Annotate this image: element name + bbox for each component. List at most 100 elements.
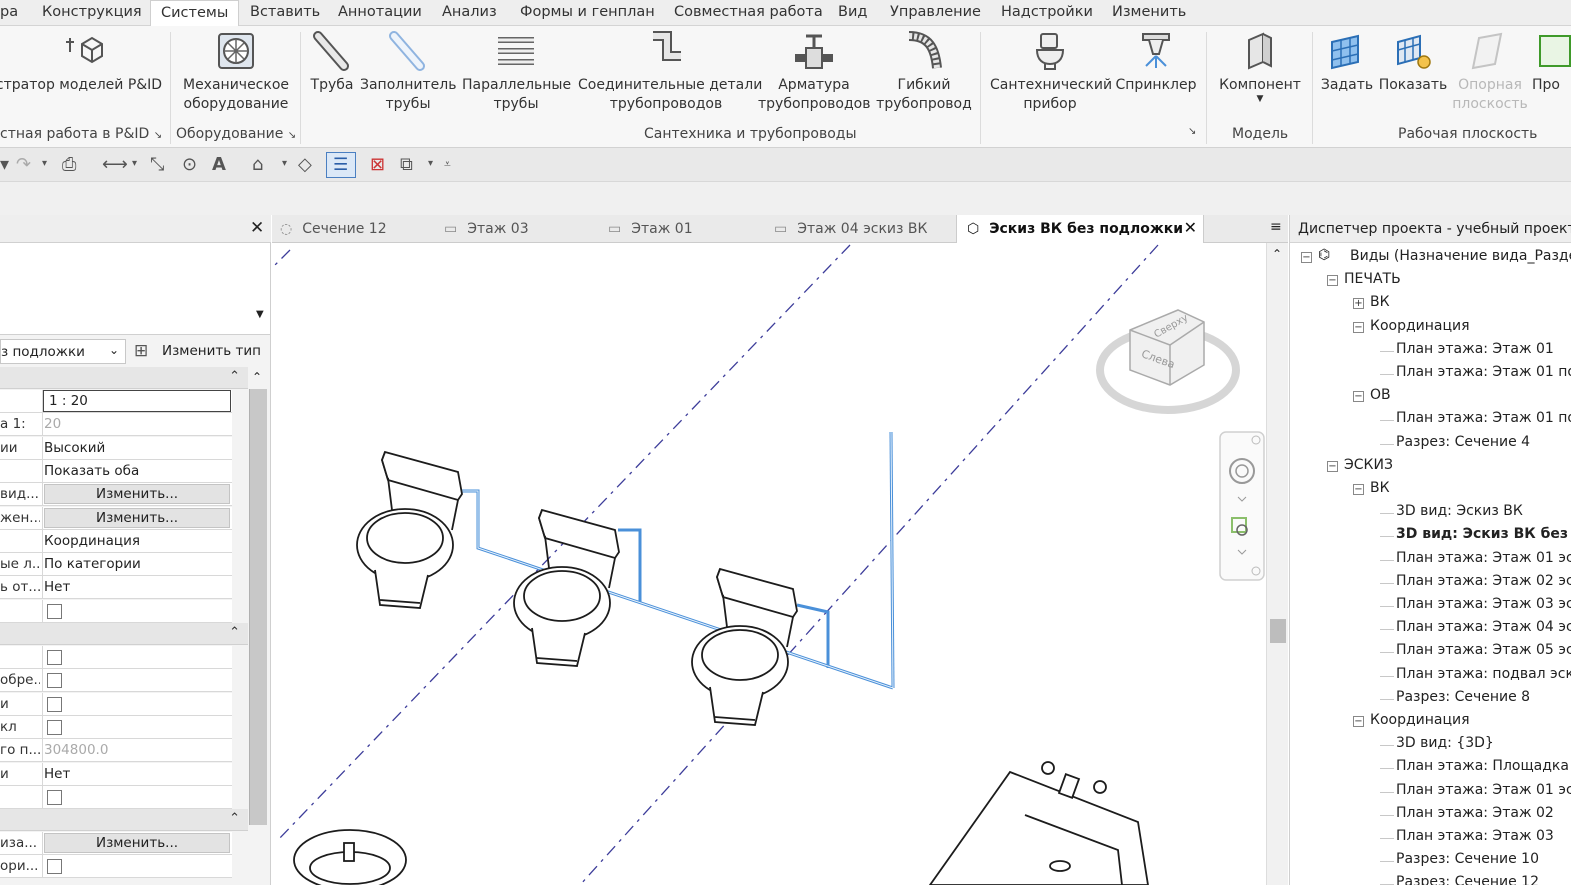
text-icon[interactable]: A	[212, 154, 226, 175]
flex-pipe-button[interactable]: Гибкий трубопровод	[876, 30, 972, 114]
menu-tab-structure[interactable]: Конструкция	[42, 4, 142, 20]
3d-viewport[interactable]: Слева Сверху	[272, 243, 1266, 885]
show-workplane-button[interactable]: Показать	[1378, 30, 1448, 95]
tree-item[interactable]: План этажа: Этаж 03 эс	[1396, 596, 1571, 612]
tab-section-12[interactable]: ◌ Сечение 12	[280, 215, 440, 243]
tree-item[interactable]: ЭСКИЗ	[1344, 457, 1393, 473]
measure-dropdown-icon[interactable]: ▾	[132, 158, 137, 169]
tree-item[interactable]: План этажа: Этаж 01	[1396, 341, 1554, 357]
scroll-up-icon[interactable]: ⌃	[252, 370, 262, 384]
tree-item[interactable]: План этажа: Площадка	[1396, 758, 1569, 774]
collapse-icon[interactable]: −	[1353, 484, 1364, 495]
menu-tab-manage[interactable]: Управление	[890, 4, 981, 20]
3d-dropdown-icon[interactable]: ▾	[282, 158, 287, 169]
menu-tab-collaborate[interactable]: Совместная работа	[674, 4, 823, 20]
undo-dropdown-icon[interactable]: ▾	[0, 154, 9, 175]
tree-item[interactable]: План этажа: подвал эск	[1396, 666, 1571, 682]
properties-section-extents[interactable]: ⌃	[0, 809, 248, 831]
tab-floor-04-sketch[interactable]: ▭ Этаж 04 эскиз ВК	[774, 215, 954, 243]
properties-section-graphics[interactable]: ⌃	[0, 367, 248, 389]
collapse-icon[interactable]: −	[1327, 275, 1338, 287]
menu-tab-systems[interactable]: Системы	[150, 0, 240, 27]
property-checkbox[interactable]	[47, 789, 62, 805]
menu-tab-massing[interactable]: Формы и генплан	[520, 4, 655, 20]
tree-item[interactable]: Виды (Назначение вида_Разде	[1350, 248, 1571, 264]
mech-equip-button[interactable]: Механическое оборудование	[178, 30, 294, 114]
pipe-fittings-button[interactable]: Соединительные детали трубопроводов	[578, 30, 762, 114]
redo-dropdown-icon[interactable]: ▾	[42, 158, 47, 169]
switch-windows-dropdown-icon[interactable]: ▾	[428, 158, 433, 169]
tree-item[interactable]: Разрез: Сечение 4	[1396, 434, 1530, 450]
property-checkbox[interactable]	[47, 603, 62, 619]
tab-floor-01[interactable]: ▭ Этаж 01	[608, 215, 768, 243]
default-3d-view-icon[interactable]: ⌂	[252, 154, 263, 175]
tree-item[interactable]: 3D вид: Эскиз ВК	[1396, 503, 1523, 519]
property-checkbox[interactable]	[47, 673, 62, 689]
tree-item[interactable]: Разрез: Сечение 8	[1396, 689, 1530, 705]
tree-item[interactable]: План этажа: Этаж 01 по	[1396, 364, 1571, 380]
tree-item[interactable]: ОВ	[1370, 387, 1391, 403]
tab-floor-03[interactable]: ▭ Этаж 03	[444, 215, 604, 243]
menu-tab-annotate[interactable]: Аннотации	[338, 4, 422, 20]
thin-lines-toggle[interactable]: ☰	[326, 152, 356, 178]
aligned-dimension-icon[interactable]: ⤡	[150, 154, 164, 175]
pipe-button[interactable]: Труба	[306, 30, 358, 95]
property-checkbox[interactable]	[47, 650, 62, 665]
tree-item[interactable]: План этажа: Этаж 02 эс	[1396, 573, 1571, 589]
tree-item[interactable]: ВК	[1370, 480, 1390, 496]
sprinkler-button[interactable]: Спринклер	[1112, 30, 1200, 95]
tab-list-dropdown-icon[interactable]: ≡	[1270, 219, 1282, 235]
tree-item[interactable]: 3D вид: {3D}	[1396, 735, 1494, 751]
properties-scrollbar-thumb[interactable]	[249, 389, 267, 825]
property-edit-button[interactable]: Изменить...	[44, 484, 230, 505]
parallel-pipes-button[interactable]: Параллельные трубы	[462, 30, 571, 114]
collapse-icon[interactable]: −	[1353, 716, 1364, 727]
tab-sketch-no-underlay[interactable]: ⬡ Эскиз ВК без подложки ✕	[956, 215, 1204, 243]
scroll-up-icon[interactable]: ⌃	[1272, 247, 1282, 261]
plumbing-fixture-button[interactable]: Сантехнический прибор	[990, 30, 1112, 114]
tree-item[interactable]: ПЕЧАТЬ	[1344, 271, 1401, 287]
edit-type-button[interactable]: ⊞ Изменить тип	[132, 339, 268, 364]
property-checkbox[interactable]	[47, 696, 62, 712]
properties-section-underlay[interactable]: ⌃	[0, 623, 248, 645]
tree-item[interactable]: Разрез: Сечение 10	[1396, 851, 1539, 867]
tree-item[interactable]: План этажа: Этаж 01 эс	[1396, 550, 1571, 566]
viewer-button[interactable]: Про	[1532, 30, 1571, 95]
component-button[interactable]: Компонент ▼	[1216, 30, 1304, 104]
view-instance-select[interactable]: з подложки ⌄	[0, 339, 126, 364]
tree-item-selected[interactable]: 3D вид: Эскиз ВК без	[1396, 526, 1568, 542]
close-icon[interactable]: ✕	[250, 218, 264, 238]
customize-qat-icon[interactable]: ⩡	[444, 157, 451, 172]
switch-windows-icon[interactable]: ⧉	[400, 154, 413, 175]
tree-item[interactable]: ВК	[1370, 294, 1390, 310]
menu-tab-addins[interactable]: Надстройки	[1001, 4, 1093, 20]
redo-icon[interactable]: ↷	[16, 154, 31, 175]
close-tab-icon[interactable]: ✕	[1184, 218, 1197, 237]
tree-item[interactable]: План этажа: Этаж 02	[1396, 805, 1554, 821]
expand-icon[interactable]: +	[1353, 298, 1364, 310]
property-checkbox[interactable]	[47, 719, 62, 735]
menu-tab-insert[interactable]: Вставить	[250, 4, 320, 20]
tree-item[interactable]: План этажа: Этаж 03	[1396, 828, 1554, 844]
property-input[interactable]: 1 : 20	[43, 390, 231, 412]
property-checkbox[interactable]	[47, 859, 62, 875]
collapse-icon[interactable]: −	[1327, 460, 1338, 472]
type-selector[interactable]: ▼	[0, 243, 270, 335]
menu-tab-analyze[interactable]: Анализ	[442, 4, 497, 20]
collapse-icon[interactable]: −	[1353, 321, 1364, 333]
viewcube[interactable]: Слева Сверху	[1096, 309, 1240, 414]
ref-plane-button[interactable]: Опорная плоскость	[1452, 30, 1528, 114]
property-edit-button[interactable]: Изменить...	[44, 833, 230, 853]
pipe-placeholder-button[interactable]: Заполнитель трубы	[360, 30, 456, 114]
tree-item[interactable]: Разрез: Сечение 12	[1396, 874, 1539, 885]
tree-item[interactable]: План этажа: Этаж 01 по	[1396, 410, 1571, 426]
close-hidden-windows-icon[interactable]: ⊠	[370, 154, 385, 175]
set-workplane-button[interactable]: Задать	[1318, 30, 1376, 95]
measure-icon[interactable]: ⟷	[102, 154, 128, 175]
section-icon[interactable]: ◇	[298, 154, 312, 175]
collapse-icon[interactable]: −	[1353, 391, 1364, 403]
tree-item[interactable]: Координация	[1370, 712, 1470, 728]
collapse-icon[interactable]: −	[1301, 252, 1312, 263]
tag-icon[interactable]: ⊙	[182, 154, 197, 175]
tree-item[interactable]: Координация	[1370, 318, 1470, 334]
